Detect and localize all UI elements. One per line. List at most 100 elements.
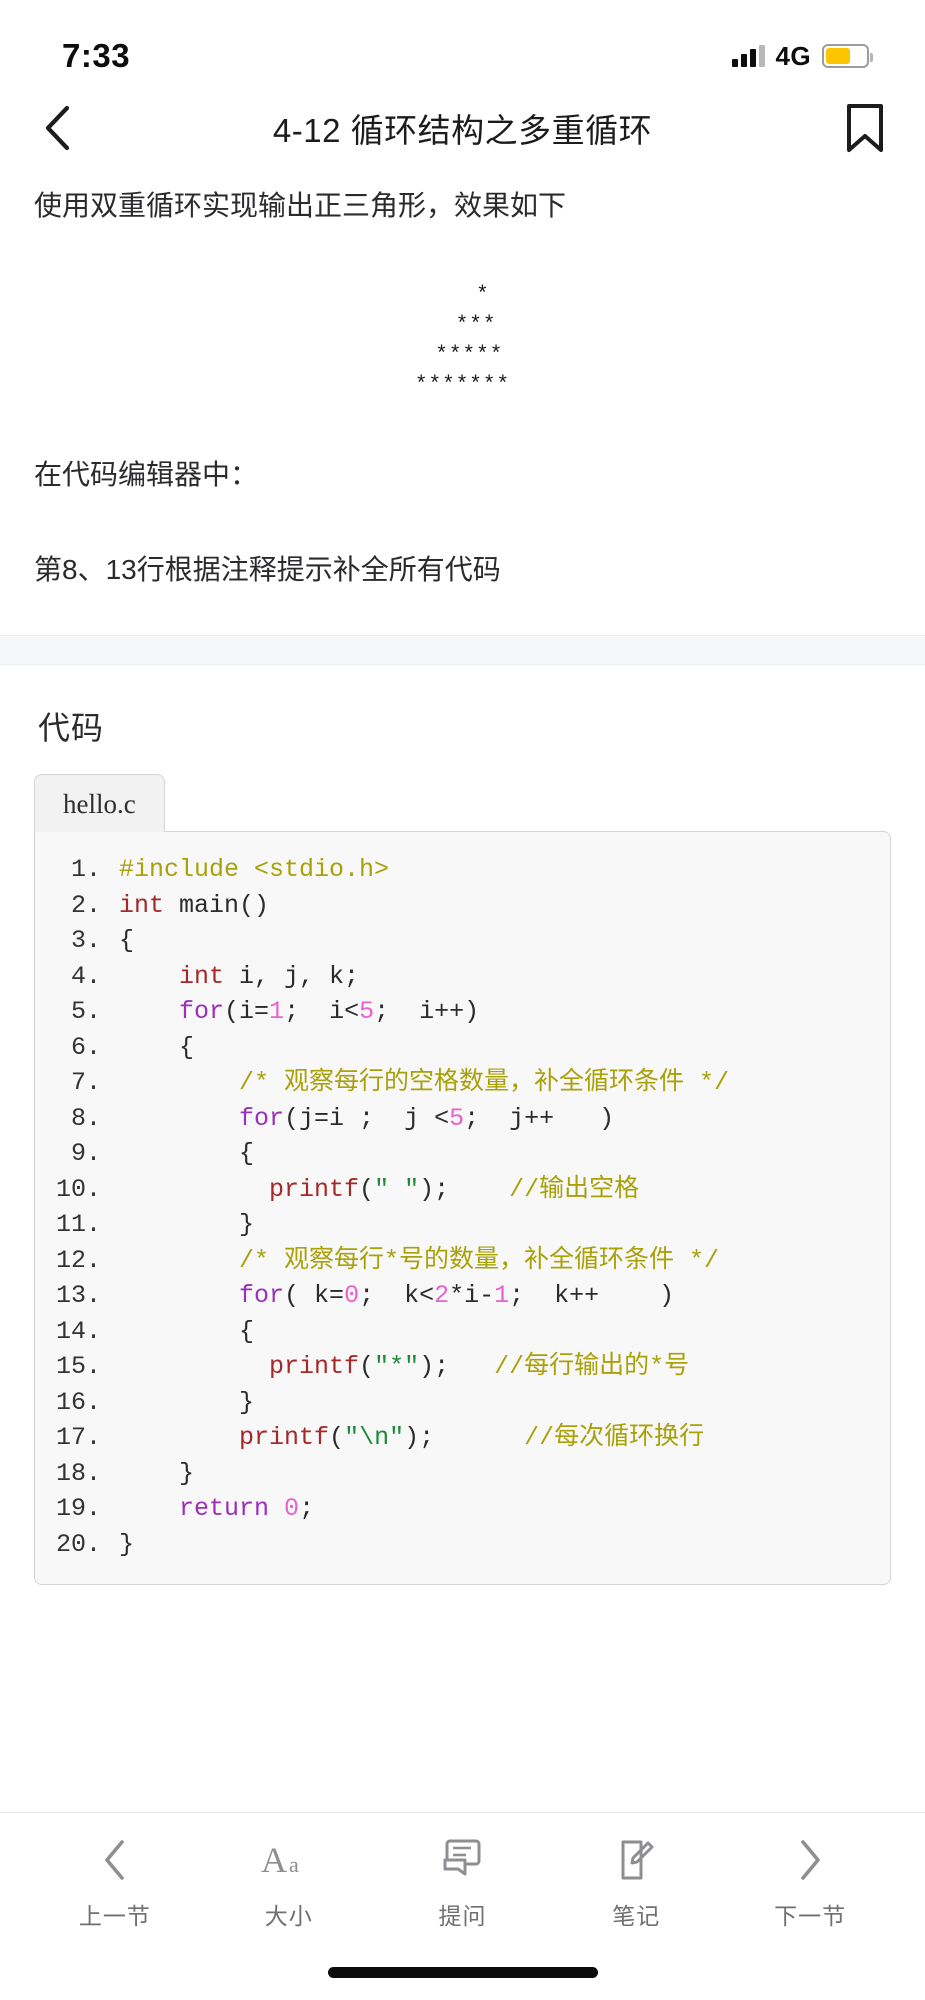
- code-line: 20.}: [45, 1527, 874, 1563]
- code-heading: 代码: [38, 710, 105, 747]
- note-edit-icon: [615, 1837, 657, 1883]
- code-line-content: }: [119, 1385, 874, 1421]
- signal-bars-icon: [731, 45, 765, 67]
- toolbar-item-label: 上一节: [78, 1903, 151, 1929]
- battery-low-power-icon: [822, 44, 873, 68]
- toolbar-item-chat-bubble[interactable]: 提问: [387, 1837, 537, 1931]
- code-line: 17. printf("\n"); //每次循环换行: [45, 1420, 874, 1456]
- code-token-type: printf: [239, 1423, 330, 1453]
- code-token-str: " ": [374, 1174, 420, 1204]
- code-token-num: 5: [449, 1103, 465, 1133]
- code-token-plain: ; j++ ): [464, 1103, 615, 1133]
- code-line-number: 11.: [55, 1210, 101, 1240]
- bookmark-button[interactable]: [839, 102, 891, 154]
- code-line-content: #include <stdio.h>: [119, 852, 874, 888]
- code-token-plain: {: [119, 926, 135, 956]
- code-token-num: 5: [359, 997, 375, 1027]
- page-title: 4-12 循环结构之多重循环: [272, 112, 653, 149]
- code-line: 4. int i, j, k;: [45, 959, 874, 995]
- status-bar: 7:33 4G: [0, 0, 925, 86]
- bookmark-icon: [847, 104, 883, 152]
- intro-paragraph: 使用双重循环实现输出正三角形，效果如下: [34, 190, 567, 221]
- code-token-type: printf: [269, 1352, 360, 1382]
- code-line-content: printf("*"); //每行输出的*号: [119, 1349, 874, 1385]
- code-token-kw: return: [179, 1494, 270, 1524]
- code-line-number: 8.: [70, 1103, 101, 1133]
- code-line-number: 20.: [55, 1529, 101, 1559]
- section-divider: [0, 635, 925, 666]
- code-line-content: for(j=i ; j <5; j++ ): [119, 1101, 874, 1137]
- code-token-type: int: [179, 961, 225, 991]
- code-token-plain: ;: [299, 1494, 315, 1524]
- code-line-content: return 0;: [119, 1491, 874, 1527]
- code-line-number: 12.: [55, 1245, 101, 1275]
- code-line-number: 5.: [70, 997, 101, 1027]
- chevron-left-icon: [100, 1837, 130, 1883]
- code-token-num: 1: [494, 1281, 510, 1311]
- code-token-plain: }: [119, 1529, 135, 1559]
- code-token-str: "*": [374, 1352, 420, 1382]
- code-listing[interactable]: 1. #include <stdio.h> 2. int main() 3. {4. in…: [34, 831, 891, 1586]
- file-tab-hello-c[interactable]: hello.c: [34, 774, 165, 833]
- code-line: 9. {: [45, 1136, 874, 1172]
- code-token-plain: *i-: [449, 1281, 495, 1311]
- code-token-plain: (: [329, 1423, 345, 1453]
- code-line: 3. {: [45, 923, 874, 959]
- code-token-plain: (: [359, 1352, 375, 1382]
- toolbar-item-font-size[interactable]: Aa 大小: [214, 1837, 364, 1931]
- chat-bubble-icon: [439, 1837, 485, 1883]
- code-token-plain: ( k=: [284, 1281, 345, 1311]
- code-section: 代码 hello.c 1. #include <stdio.h> 2. int mai…: [0, 703, 925, 1586]
- code-token-plain: );: [419, 1352, 495, 1382]
- code-line-number: 9.: [70, 1139, 101, 1169]
- code-line: 16. }: [45, 1385, 874, 1421]
- editor-instruction: 在代码编辑器中：: [34, 458, 259, 490]
- code-line-number: 19.: [55, 1494, 101, 1524]
- toolbar-item-label: 笔记: [612, 1903, 661, 1929]
- code-line-content: for( k=0; k<2*i-1; k++ ): [119, 1278, 874, 1314]
- code-line-number: 2.: [70, 890, 101, 920]
- code-token-kw: for: [239, 1281, 285, 1311]
- font-size-icon: Aa: [261, 1837, 317, 1883]
- code-line-number: 17.: [55, 1423, 101, 1453]
- status-indicators: 4G: [731, 41, 873, 72]
- toolbar-item-note-edit[interactable]: 笔记: [561, 1837, 711, 1931]
- code-token-str: "\n": [344, 1423, 405, 1453]
- toolbar-item-chevron-left[interactable]: 上一节: [40, 1837, 190, 1931]
- code-token-plain: {: [119, 1139, 255, 1169]
- code-token-plain: (i=: [224, 997, 270, 1027]
- code-line-content: {: [119, 1030, 874, 1066]
- code-card: hello.c 1. #include <stdio.h> 2. int main()…: [34, 773, 891, 1586]
- code-line: 18. }: [45, 1456, 874, 1492]
- code-token-plain: (: [359, 1174, 375, 1204]
- code-line: 8. for(j=i ; j <5; j++ ): [45, 1101, 874, 1137]
- svg-text:a: a: [289, 1852, 299, 1877]
- code-token-plain: main(): [164, 890, 270, 920]
- code-token-kw: for: [179, 997, 225, 1027]
- code-line-content: }: [119, 1456, 874, 1492]
- code-token-cmt: //每行输出的*号: [494, 1352, 690, 1382]
- back-button[interactable]: [30, 101, 84, 155]
- code-line-content: {: [119, 1136, 874, 1172]
- code-token-plain: ; k<: [359, 1281, 435, 1311]
- code-token-cmt: //输出空格: [509, 1174, 640, 1204]
- code-line-number: 15.: [55, 1352, 101, 1382]
- toolbar-item-label: 提问: [438, 1903, 487, 1929]
- toolbar-item-chevron-right[interactable]: 下一节: [735, 1837, 885, 1931]
- code-token-type: printf: [269, 1174, 360, 1204]
- code-line: 5. for(i=1; i<5; i++): [45, 994, 874, 1030]
- code-line-number: 3.: [70, 926, 101, 956]
- home-indicator: [327, 1967, 598, 1978]
- code-token-plain: ; k++ ): [509, 1281, 675, 1311]
- code-token-num: 2: [434, 1281, 450, 1311]
- code-token-cmt: //每次循环换行: [524, 1423, 705, 1453]
- code-token-plain: );: [419, 1174, 510, 1204]
- code-token-plain: {: [119, 1316, 255, 1346]
- code-line-number: 6.: [70, 1032, 101, 1062]
- code-line-content: for(i=1; i<5; i++): [119, 994, 874, 1030]
